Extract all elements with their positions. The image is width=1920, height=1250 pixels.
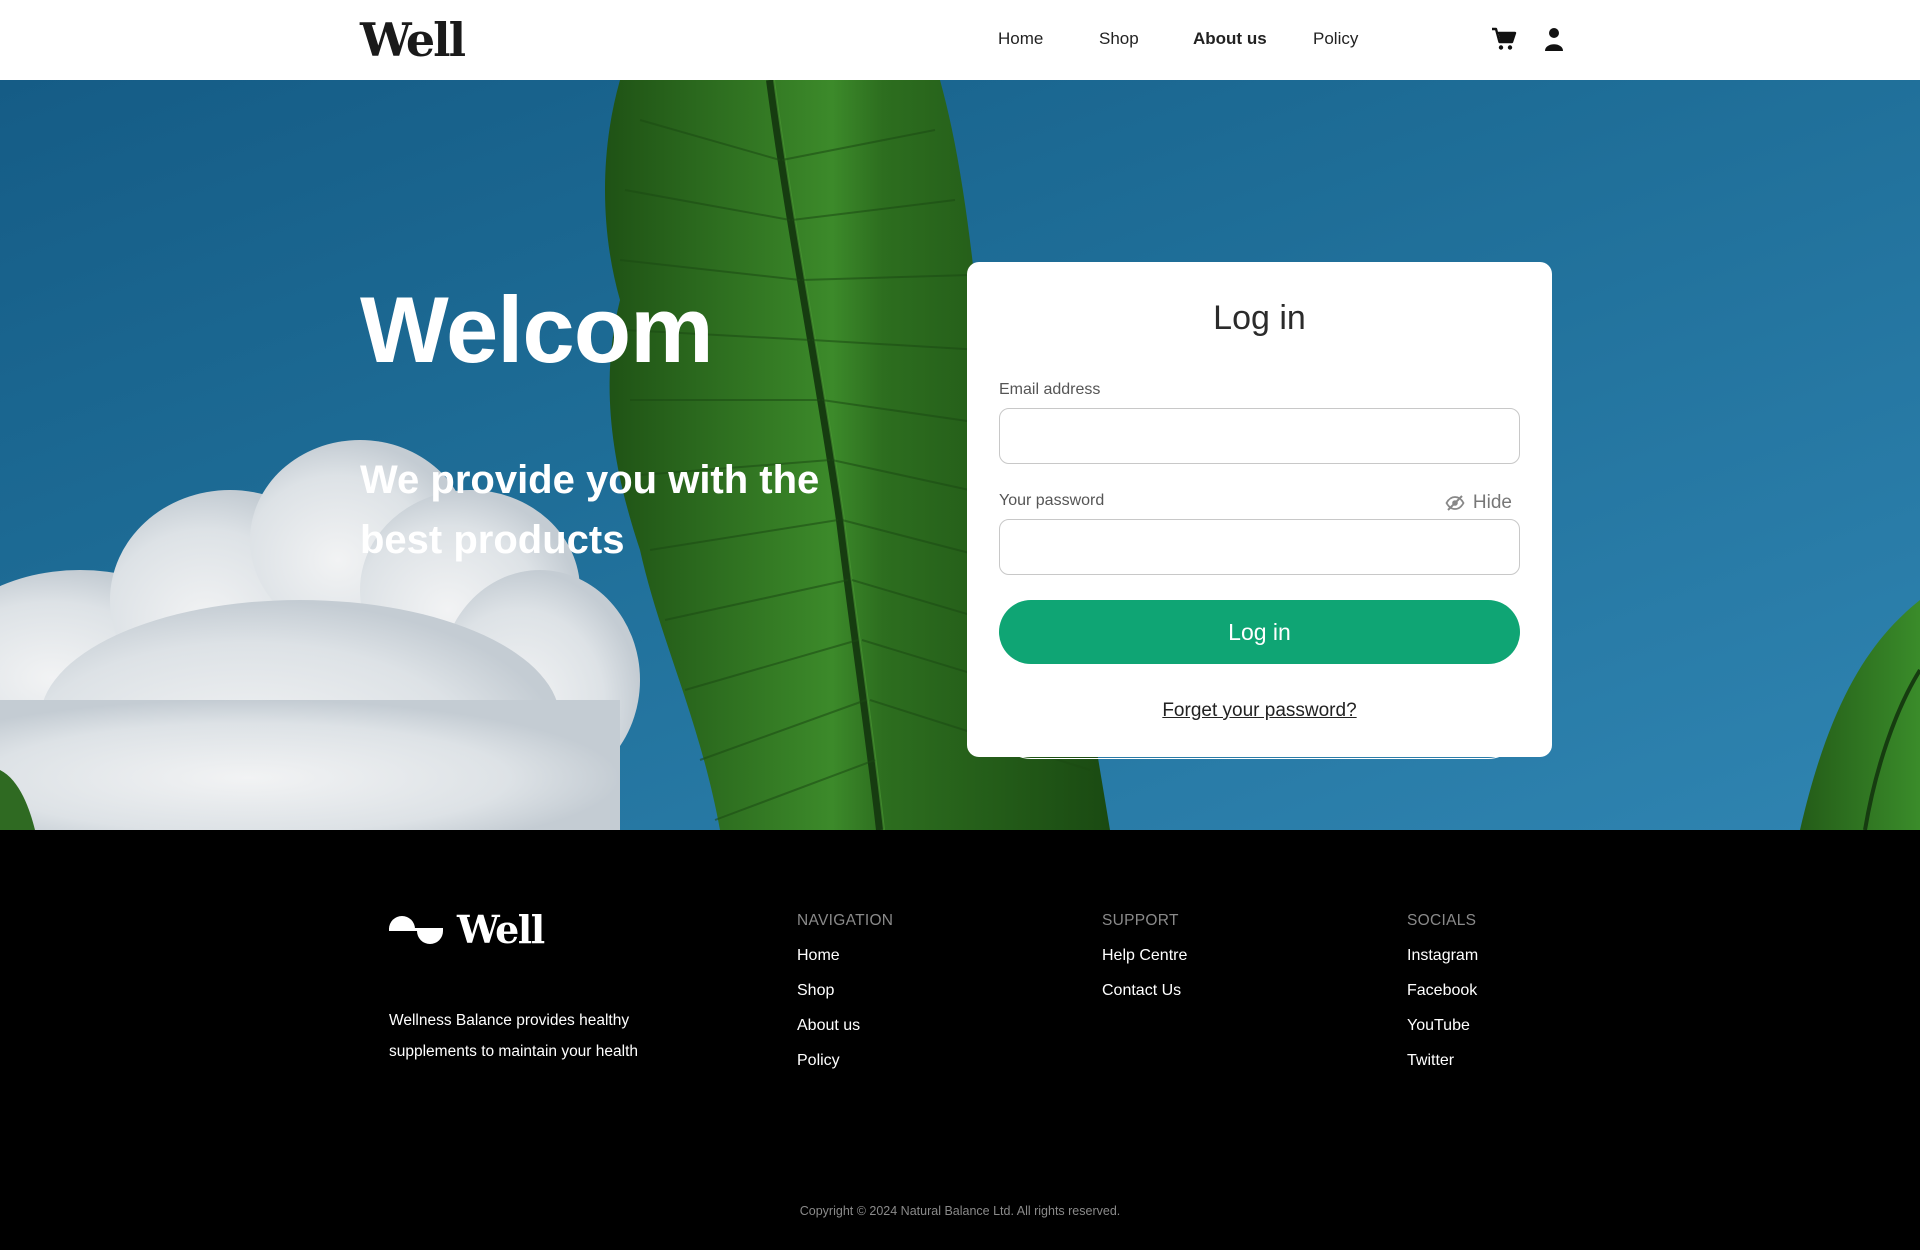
footer-link-instagram[interactable]: Instagram [1407, 945, 1478, 967]
nav-about-us[interactable]: About us [1193, 27, 1267, 51]
login-card: Log in Email address Your password Hide … [967, 262, 1552, 757]
email-label: Email address [999, 381, 1101, 398]
footer-heading-support: SUPPORT [1102, 912, 1179, 929]
footer-link-shop[interactable]: Shop [797, 980, 893, 1002]
footer-link-help-centre[interactable]: Help Centre [1102, 945, 1187, 967]
nav-shop[interactable]: Shop [1099, 27, 1139, 51]
create-account-button[interactable]: Create an account [999, 695, 1520, 759]
footer-link-home[interactable]: Home [797, 945, 893, 967]
password-label: Your password [999, 492, 1105, 509]
footer-link-contact-us[interactable]: Contact Us [1102, 980, 1187, 1002]
hide-label: Hide [1472, 492, 1512, 513]
main-nav: Home Shop About us Policy [0, 27, 1920, 51]
hero-title: Welcom [360, 277, 714, 382]
brand-mark-icon [389, 916, 443, 944]
eye-slash-icon [1445, 495, 1465, 511]
login-button[interactable]: Log in [999, 600, 1520, 664]
footer-nav-column: NAVIGATION Home Shop About us Policy [797, 910, 893, 1085]
footer-support-column: SUPPORT Help Centre Contact Us [1102, 910, 1187, 1015]
nav-policy[interactable]: Policy [1313, 27, 1358, 51]
site-header: Well Home Shop About us Policy [0, 0, 1920, 80]
cart-icon[interactable] [1491, 26, 1517, 52]
login-title: Log in [1213, 299, 1306, 337]
footer-link-youtube[interactable]: YouTube [1407, 1015, 1478, 1037]
footer-heading-navigation: NAVIGATION [797, 912, 894, 929]
footer-link-twitter[interactable]: Twitter [1407, 1050, 1478, 1072]
user-icon[interactable] [1541, 26, 1567, 52]
password-visibility-toggle[interactable]: Hide [1445, 491, 1512, 515]
footer-description: Wellness Balance provides healthy supple… [389, 1012, 639, 1060]
footer-heading-socials: SOCIALS [1407, 912, 1477, 929]
password-input[interactable] [999, 519, 1520, 575]
footer-logo-text: Well [457, 907, 545, 952]
footer-link-about-us[interactable]: About us [797, 1015, 893, 1037]
email-input[interactable] [999, 408, 1520, 464]
copyright-text: Copyright © 2024 Natural Balance Ltd. Al… [799, 1204, 1121, 1218]
footer-link-policy[interactable]: Policy [797, 1050, 893, 1072]
hero-subtitle: We provide you with the best products [360, 458, 820, 562]
hero-background-image [0, 80, 1920, 830]
hero-section: Welcom We provide you with the best prod… [0, 80, 1920, 830]
site-footer: Well Wellness Balance provides healthy s… [0, 830, 1920, 1250]
footer-brand[interactable]: Well [389, 906, 545, 954]
footer-link-facebook[interactable]: Facebook [1407, 980, 1478, 1002]
footer-socials-column: SOCIALS Instagram Facebook YouTube Twitt… [1407, 910, 1478, 1085]
nav-home[interactable]: Home [998, 27, 1043, 51]
